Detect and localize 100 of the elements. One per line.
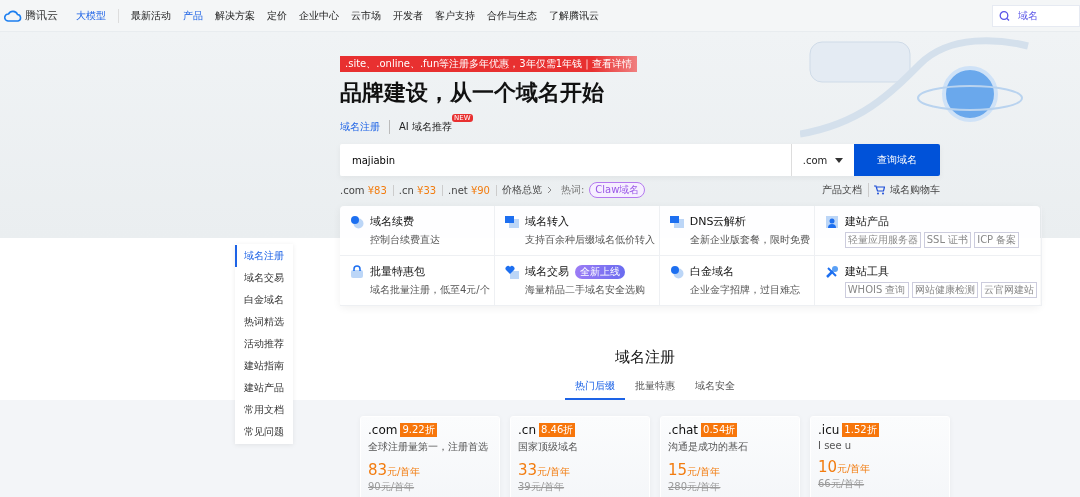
chevron-right-icon	[547, 186, 552, 194]
wrench-icon	[824, 264, 839, 279]
nav-link[interactable]: 解决方案	[215, 8, 255, 23]
product-tag[interactable]: 云官网建站	[980, 282, 1037, 298]
hot-word-tag[interactable]: Claw域名	[589, 182, 646, 198]
search-input[interactable]: 域名	[1016, 9, 1070, 22]
search-mode-tab[interactable]: 域名注册	[340, 120, 380, 134]
nav-link[interactable]: 云市场	[351, 8, 381, 23]
domain-suffix: .icu	[818, 423, 840, 437]
product-tag[interactable]: 网站健康检测	[911, 282, 978, 298]
price-overview-link[interactable]: 价格总览	[502, 183, 542, 197]
coins-icon	[350, 214, 364, 229]
nav-link[interactable]: 客户支持	[435, 8, 475, 23]
offer-card[interactable]: .com 9.22折 全球注册量第一，注册首选 83元/首年 90元/首年	[360, 416, 500, 497]
price-unit: 元/首年	[837, 463, 871, 474]
section-tab[interactable]: 域名安全	[685, 379, 745, 400]
offer-price: 10	[818, 458, 838, 476]
side-menu-item[interactable]: 活动推荐	[235, 333, 293, 355]
price-unit: 元/首年	[687, 466, 721, 477]
side-menu-item[interactable]: 热词精选	[235, 311, 293, 333]
feature-title[interactable]: 批量特惠包	[370, 264, 425, 279]
offer-description: 沟通是成功的基石	[668, 440, 749, 454]
domain-suffix: .chat	[668, 423, 699, 437]
coins-icon	[669, 264, 684, 279]
domain-suffix: .com	[368, 423, 398, 437]
cloud-logo-icon	[4, 9, 22, 22]
feature-title[interactable]: 域名交易	[524, 264, 569, 279]
search-field[interactable]: 域名	[992, 4, 1080, 27]
product-tag[interactable]: ICP 备案	[974, 232, 1020, 248]
feature-description: 域名批量注册，低至4元/个	[370, 283, 490, 297]
nav-link[interactable]: 大模型	[76, 8, 119, 23]
feature-title[interactable]: 白金域名	[689, 264, 734, 279]
nav-link[interactable]: 企业中心	[299, 8, 339, 23]
person-icon	[824, 214, 839, 229]
domain-cart-link[interactable]: 域名购物车	[890, 183, 940, 197]
monitor-icon	[504, 214, 519, 229]
feature-title[interactable]: 建站产品	[844, 214, 889, 229]
monitor-icon	[669, 214, 684, 229]
nav-link[interactable]: 合作与生态	[487, 8, 537, 23]
side-menu-item[interactable]: 常用文档	[235, 399, 293, 421]
feature-description: 支持百余种后缀域名低价转入	[524, 233, 655, 247]
side-menu-item[interactable]: 域名注册	[235, 245, 293, 267]
price-unit: 元/首年	[537, 466, 571, 477]
domain-suffix: .cn	[518, 423, 537, 437]
heart-icon	[504, 264, 519, 279]
new-launch-badge: 全新上线	[574, 264, 625, 279]
side-menu-item[interactable]: 域名交易	[235, 267, 293, 289]
side-menu-item[interactable]: 白金域名	[235, 289, 293, 311]
side-menu-item[interactable]: 建站指南	[235, 355, 293, 377]
offer-description: I see u	[818, 440, 853, 451]
original-price: 39元/首年	[518, 480, 566, 494]
nav-link[interactable]: 开发者	[393, 8, 423, 23]
search-domain-button[interactable]: 查询域名	[854, 144, 940, 176]
discount-badge: 0.54折	[701, 423, 738, 437]
cart-icon	[874, 185, 885, 195]
suffix-dropdown[interactable]: .com	[791, 144, 854, 176]
product-tag[interactable]: SSL 证书	[923, 232, 972, 248]
caret-icon	[835, 157, 844, 163]
feature-title[interactable]: 建站工具	[844, 264, 889, 279]
search-icon	[999, 10, 1010, 21]
product-tag[interactable]: 轻量应用服务器	[844, 232, 921, 248]
side-menu-item[interactable]: 建站产品	[235, 377, 293, 399]
bag-icon	[350, 264, 364, 279]
brand-name[interactable]: 腾讯云	[25, 8, 58, 23]
price-hint[interactable]: .com ¥83	[340, 184, 394, 196]
offer-price: 33	[518, 461, 538, 479]
discount-badge: 1.52折	[842, 423, 879, 437]
feature-title[interactable]: DNS云解析	[689, 214, 747, 229]
offer-card[interactable]: .chat 0.54折 沟通是成功的基石 15元/首年 280元/首年	[660, 416, 800, 497]
search-mode-tab[interactable]: AI 域名推荐	[389, 120, 452, 134]
nav-link[interactable]: 最新活动	[131, 8, 171, 23]
feature-description: 企业金字招牌，过目难忘	[689, 283, 801, 297]
price-unit: 元/首年	[387, 466, 421, 477]
promo-banner[interactable]: .site、.online、.fun等注册多年优惠，3年仅需1年钱｜查看详情	[340, 56, 638, 72]
domain-input-field[interactable]: majiabin	[340, 144, 791, 176]
feature-title[interactable]: 域名转入	[524, 214, 569, 229]
discount-badge: 9.22折	[400, 423, 437, 437]
product-tag[interactable]: WHOIS 查询	[844, 282, 909, 298]
original-price: 280元/首年	[668, 480, 722, 494]
offer-price: 15	[668, 461, 688, 479]
hot-words-label: 热词:	[561, 183, 585, 197]
nav-link[interactable]: 定价	[267, 8, 287, 23]
hero-title: 品牌建设，从一个域名开始	[340, 79, 605, 107]
feature-description: 海量精品二手域名安全选购	[524, 283, 646, 297]
product-docs-link[interactable]: 产品文档	[822, 183, 869, 197]
feature-description: 全新企业版套餐，限时免费	[689, 233, 810, 247]
offer-description: 国家顶级域名	[518, 440, 579, 454]
offer-card[interactable]: .cn 8.46折 国家顶级域名 33元/首年 39元/首年	[510, 416, 650, 497]
feature-title[interactable]: 域名续费	[370, 214, 414, 229]
nav-link[interactable]: 了解腾讯云	[549, 8, 599, 23]
section-tab[interactable]: 批量特惠	[625, 379, 685, 400]
original-price: 90元/首年	[368, 480, 416, 494]
offer-card[interactable]: .icu 1.52折 I see u 10元/首年 66元/首年	[810, 416, 950, 497]
nav-link[interactable]: 产品	[183, 8, 203, 23]
side-menu-item[interactable]: 常见问题	[235, 421, 293, 443]
discount-badge: 8.46折	[539, 423, 576, 437]
offer-price: 83	[368, 461, 388, 479]
price-hint[interactable]: .net ¥90	[448, 184, 497, 196]
price-hint[interactable]: .cn ¥33	[398, 184, 444, 196]
original-price: 66元/首年	[818, 477, 866, 491]
